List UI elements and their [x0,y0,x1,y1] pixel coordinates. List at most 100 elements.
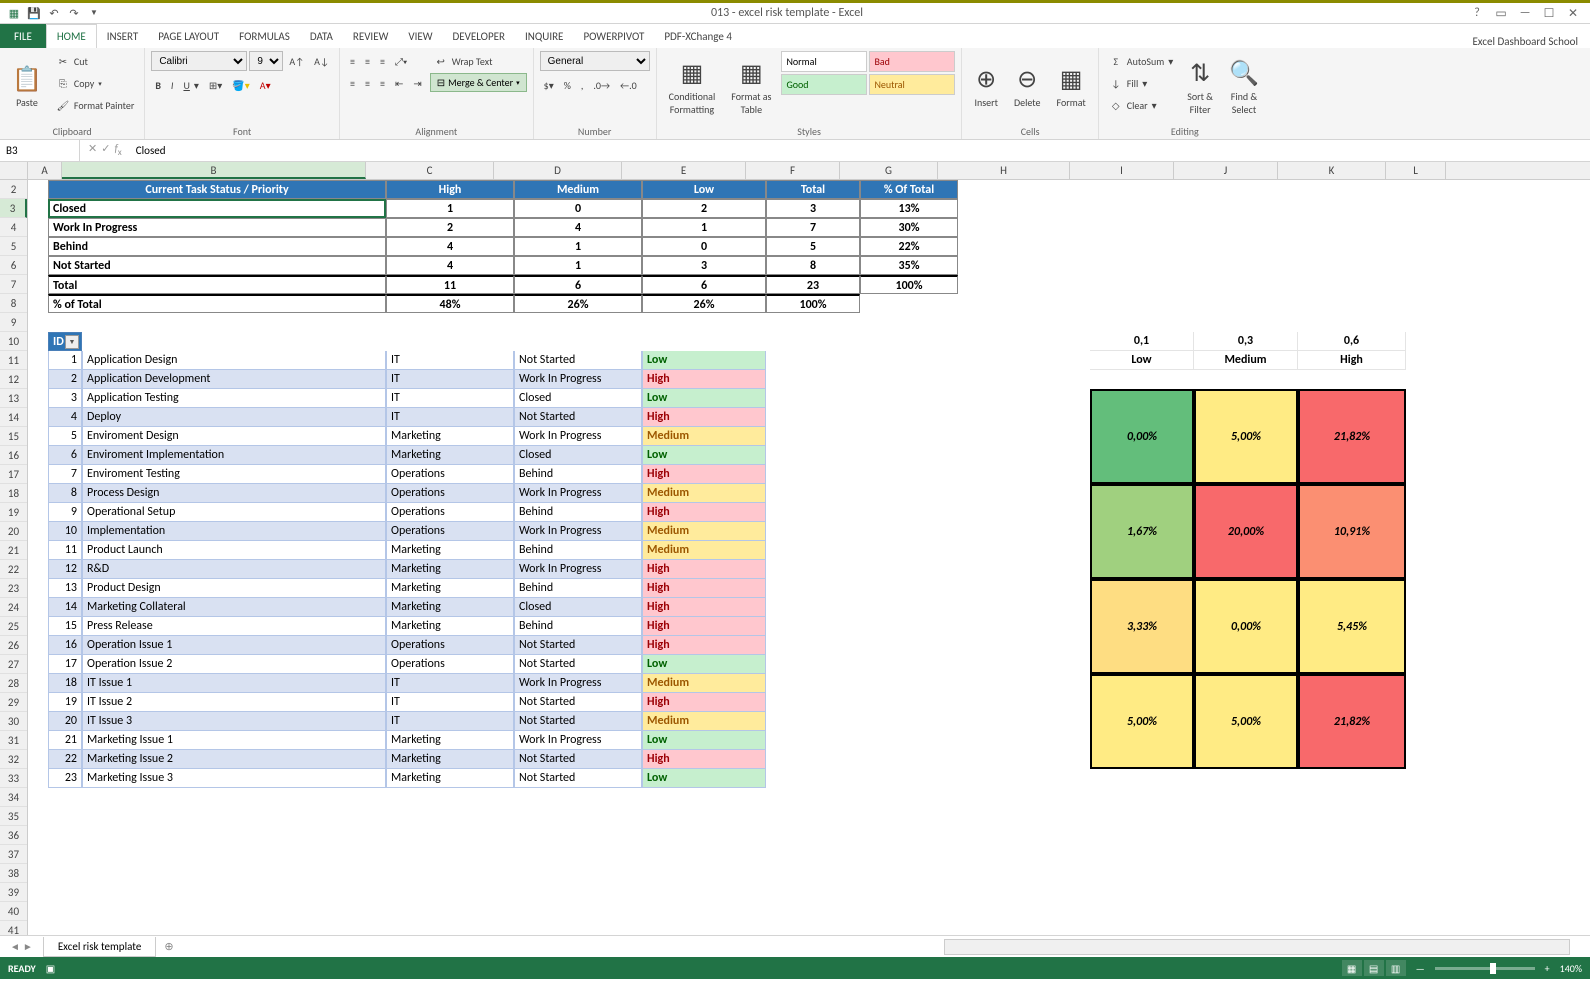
cell[interactable]: Not Started [514,712,642,731]
cell[interactable]: Not Started [514,408,642,427]
cell[interactable]: 9 [48,503,82,522]
col-header[interactable]: E [622,162,746,179]
cell[interactable]: ID▼ [48,332,82,351]
cell[interactable]: Work In Progress [514,370,642,389]
cell[interactable]: High [642,598,766,617]
cell[interactable]: 14 [48,598,82,617]
cell[interactable]: High [386,180,514,199]
cell[interactable]: Enviroment Implementation [82,446,386,465]
col-header[interactable]: L [1386,162,1446,179]
ribbon-addon-label[interactable]: Excel Dashboard School [1472,35,1590,48]
cell[interactable]: 100% [860,275,958,294]
wrap-text-button[interactable]: ↩Wrap Text [430,51,527,71]
cell[interactable]: 1 [642,218,766,237]
cell[interactable]: 5 [48,427,82,446]
col-header[interactable]: A [28,162,62,179]
cell[interactable]: IT [386,370,514,389]
cell[interactable]: Work In Progress [514,731,642,750]
cell[interactable]: Operations [386,522,514,541]
cell[interactable]: 26% [642,294,766,313]
row-header[interactable]: 41 [0,921,27,935]
font-name-select[interactable]: Calibri [151,51,247,71]
cell[interactable]: 22 [48,750,82,769]
italic-button[interactable]: I [167,75,178,95]
fill-color-button[interactable]: 🪣▾ [228,75,253,95]
align-middle-button[interactable]: ≡ [361,51,374,71]
format-cells-button[interactable]: ▦Format [1051,51,1092,123]
align-right-button[interactable]: ≡ [376,73,389,93]
cell[interactable]: High [642,560,766,579]
cell[interactable]: 35% [860,256,958,275]
sheet-nav-next-icon[interactable]: ► [23,940,33,953]
select-all-corner[interactable] [0,162,28,179]
cell[interactable]: Application Testing [82,389,386,408]
tab-home[interactable]: HOME [46,24,97,48]
zoom-slider[interactable] [1435,967,1535,970]
cell[interactable]: Marketing [386,427,514,446]
orientation-button[interactable]: ⤢▾ [391,51,411,71]
cell[interactable]: Total [766,180,860,199]
maximize-icon[interactable]: ☐ [1538,4,1560,22]
row-header[interactable]: 12 [0,370,27,389]
fx-icon[interactable]: fx [114,142,121,158]
cell[interactable]: IT Issue 1 [82,674,386,693]
decrease-indent-button[interactable]: ⇤ [391,73,407,93]
cell[interactable]: Enviroment Testing [82,465,386,484]
row-header[interactable]: 13 [0,389,27,408]
close-icon[interactable]: ✕ [1562,4,1584,22]
file-tab[interactable]: FILE [0,24,46,48]
cell[interactable]: 7 [766,218,860,237]
cell[interactable]: Low [642,731,766,750]
cell[interactable]: Marketing [386,541,514,560]
cell[interactable]: 3 [48,389,82,408]
row-header[interactable]: 6 [0,256,27,275]
cell[interactable]: Behind [48,237,386,256]
font-size-select[interactable]: 9 [249,51,283,71]
formula-input[interactable]: Closed [130,144,1590,157]
row-header[interactable]: 21 [0,541,27,560]
row-header[interactable]: 33 [0,769,27,788]
cell[interactable]: High [642,503,766,522]
tab-view[interactable]: VIEW [398,24,442,48]
row-header[interactable]: 39 [0,883,27,902]
decrease-decimal-button[interactable]: ←.0 [616,75,641,95]
conditional-formatting-button[interactable]: ▦Conditional Formatting [663,51,722,123]
col-header[interactable]: B [62,162,366,179]
align-left-button[interactable]: ≡ [346,73,359,93]
redo-icon[interactable]: ↷ [66,5,82,21]
format-painter-button[interactable]: 🖌Format Painter [52,95,138,115]
cell-styles-gallery[interactable]: Normal Bad Good Neutral [781,51,955,95]
row-header[interactable]: 16 [0,446,27,465]
cell[interactable]: Application Design [82,351,386,370]
row-header[interactable]: 24 [0,598,27,617]
cell[interactable]: Operations [386,636,514,655]
row-header[interactable]: 18 [0,484,27,503]
cell[interactable]: 2 [48,370,82,389]
cell[interactable]: Marketing Issue 2 [82,750,386,769]
cell[interactable]: 13% [860,199,958,218]
cell[interactable]: 26% [514,294,642,313]
cell[interactable]: 21 [48,731,82,750]
cell[interactable]: Closed [514,598,642,617]
paste-button[interactable]: 📋Paste [6,51,48,123]
row-header[interactable]: 31 [0,731,27,750]
tab-data[interactable]: DATA [300,24,343,48]
cell[interactable]: High [642,693,766,712]
cell[interactable]: Low [642,769,766,788]
row-header[interactable]: 11 [0,351,27,370]
row-header[interactable]: 19 [0,503,27,522]
cell[interactable]: 13 [48,579,82,598]
row-header[interactable]: 29 [0,693,27,712]
cell[interactable]: Medium [642,522,766,541]
qat-customize-icon[interactable]: ▼ [86,5,102,21]
cell[interactable]: 5,00% [1194,674,1298,769]
cell[interactable]: IT [386,408,514,427]
cell[interactable]: Medium [514,180,642,199]
find-select-button[interactable]: 🔍Find & Select [1223,51,1265,123]
col-header[interactable]: I [1070,162,1174,179]
add-sheet-button[interactable]: ⊕ [156,940,181,953]
cell[interactable]: 1 [48,351,82,370]
cell[interactable]: Deploy [82,408,386,427]
tab-formulas[interactable]: FORMULAS [229,24,300,48]
row-header[interactable]: 36 [0,826,27,845]
